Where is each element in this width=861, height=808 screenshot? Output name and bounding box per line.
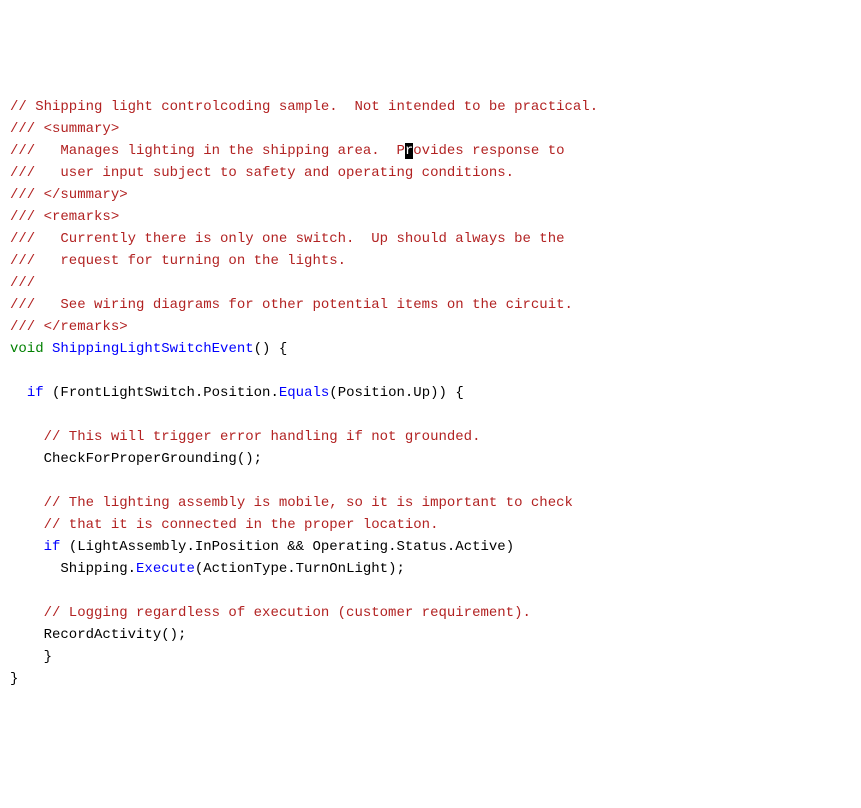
doc-remarks-text: /// request for turning on the lights.	[10, 253, 346, 269]
comment-line: // Logging regardless of execution (cust…	[10, 605, 531, 621]
doc-summary-text: /// Manages lighting in the shipping are…	[10, 143, 405, 159]
indent: Shipping.	[10, 561, 136, 577]
indent	[10, 385, 27, 401]
doc-remarks-open: /// <remarks>	[10, 209, 119, 225]
code-text: (ActionType.TurnOnLight);	[195, 561, 405, 577]
close-brace: }	[10, 649, 52, 665]
method-execute: Execute	[136, 561, 195, 577]
close-brace: }	[10, 671, 18, 687]
code-text: (Position.Up)) {	[329, 385, 463, 401]
indent	[10, 539, 44, 555]
code-line: CheckForProperGrounding();	[10, 451, 262, 467]
comment-line: // The lighting assembly is mobile, so i…	[10, 495, 573, 511]
comment-line: // that it is connected in the proper lo…	[10, 517, 438, 533]
comment-line: // Shipping light controlcoding sample. …	[10, 99, 598, 115]
doc-summary-open: /// <summary>	[10, 121, 119, 137]
comment-line: // This will trigger error handling if n…	[10, 429, 480, 445]
keyword-if: if	[44, 539, 61, 555]
doc-remarks-text: ///	[10, 275, 35, 291]
parens-brace: () {	[254, 341, 288, 357]
code-text: (FrontLightSwitch.Position.	[44, 385, 279, 401]
doc-summary-close: /// </summary>	[10, 187, 128, 203]
doc-remarks-text: /// Currently there is only one switch. …	[10, 231, 565, 247]
doc-summary-text: ovides response to	[413, 143, 564, 159]
code-block: // Shipping light controlcoding sample. …	[10, 96, 851, 690]
keyword-if: if	[27, 385, 44, 401]
code-text: (LightAssembly.InPosition && Operating.S…	[60, 539, 514, 555]
doc-remarks-text: /// See wiring diagrams for other potent…	[10, 297, 573, 313]
method-equals: Equals	[279, 385, 329, 401]
code-line: RecordActivity();	[10, 627, 186, 643]
function-name: ShippingLightSwitchEvent	[52, 341, 254, 357]
doc-remarks-close: /// </remarks>	[10, 319, 128, 335]
space	[44, 341, 52, 357]
doc-summary-text: /// user input subject to safety and ope…	[10, 165, 514, 181]
keyword-void: void	[10, 341, 44, 357]
